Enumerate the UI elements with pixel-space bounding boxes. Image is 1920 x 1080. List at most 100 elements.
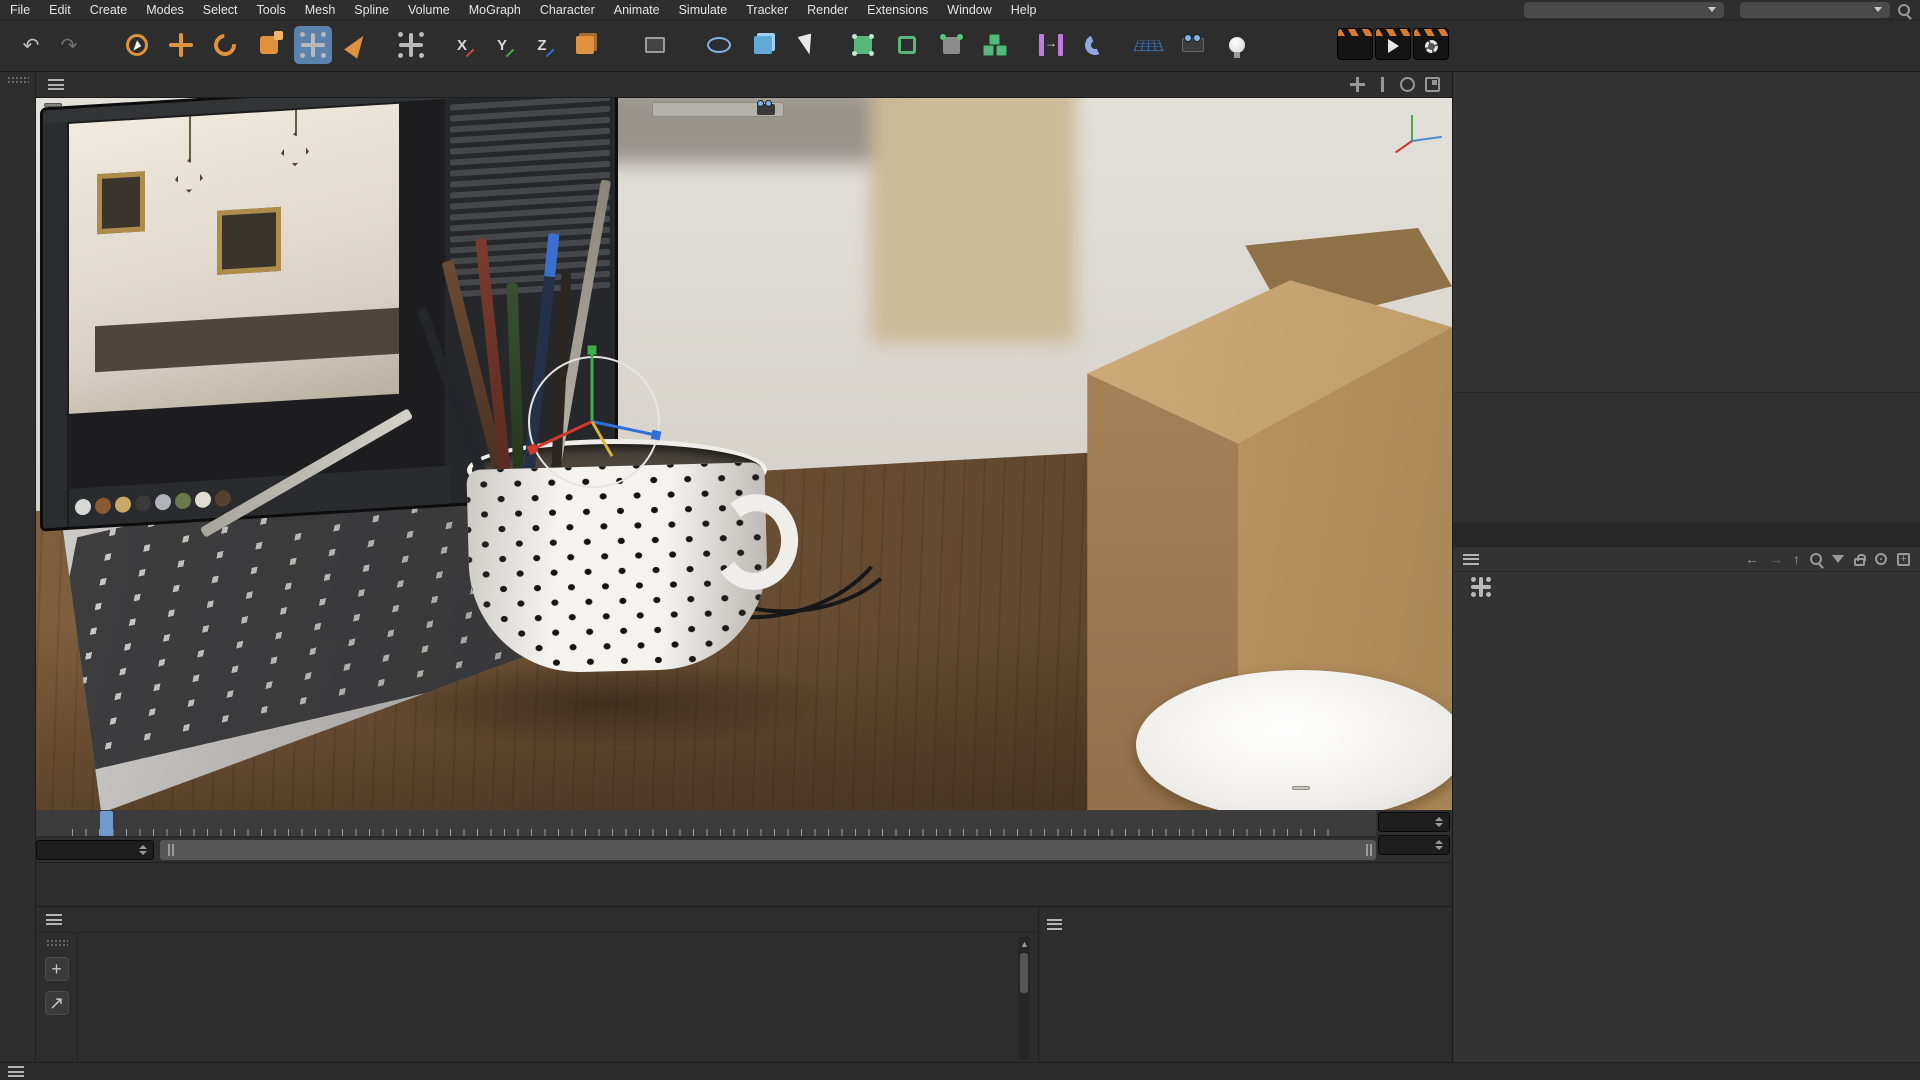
scene-start-field[interactable] bbox=[1378, 812, 1450, 832]
timeline-range-slider[interactable] bbox=[160, 839, 1376, 860]
bend-deformer-button[interactable] bbox=[1076, 26, 1114, 64]
spinner-arrows[interactable] bbox=[133, 844, 147, 855]
render-to-picture-viewer-button[interactable] bbox=[1375, 28, 1411, 60]
rotate-tool-icon bbox=[209, 29, 241, 61]
status-menu-icon[interactable] bbox=[8, 1066, 24, 1077]
menu-edit[interactable]: Edit bbox=[49, 3, 71, 17]
node-space-dropdown[interactable] bbox=[1524, 1, 1724, 18]
menu-tracker[interactable]: Tracker bbox=[746, 3, 788, 17]
scene-light-button[interactable] bbox=[1218, 26, 1256, 64]
scene-end-field[interactable] bbox=[1378, 835, 1450, 855]
viewport-dolly-icon[interactable] bbox=[1375, 77, 1390, 92]
move-gizmo[interactable] bbox=[526, 345, 662, 488]
transform-tool-icon bbox=[419, 53, 424, 58]
camera-label[interactable] bbox=[652, 100, 784, 117]
coordinate-system-button[interactable] bbox=[566, 26, 604, 64]
perspective-label[interactable] bbox=[44, 103, 62, 107]
object-tree-empty-area[interactable] bbox=[1453, 392, 1920, 522]
back-icon[interactable]: ← bbox=[1745, 551, 1759, 567]
ffd-deformer-button[interactable] bbox=[932, 26, 970, 64]
ffd-deformer-icon bbox=[939, 33, 946, 40]
search-icon[interactable] bbox=[1898, 3, 1910, 16]
menu-file[interactable]: File bbox=[10, 3, 30, 17]
menu-help[interactable]: Help bbox=[1011, 3, 1037, 17]
viewport-toggle-icon[interactable] bbox=[1425, 77, 1440, 92]
scale-tool-button[interactable] bbox=[250, 26, 288, 64]
menu-spline[interactable]: Spline bbox=[354, 3, 389, 17]
lock-icon[interactable] bbox=[1854, 553, 1866, 566]
grid-spacing-label bbox=[1292, 786, 1310, 790]
add-icon[interactable]: + bbox=[1897, 552, 1910, 566]
spline-pen-button[interactable] bbox=[788, 26, 826, 64]
scroll-up-icon[interactable]: ▲ bbox=[1020, 939, 1029, 949]
material-grip[interactable] bbox=[45, 939, 68, 947]
scene-camera-button[interactable] bbox=[1174, 26, 1212, 64]
render-view-button[interactable] bbox=[636, 26, 674, 64]
range-start-handle[interactable] bbox=[168, 843, 170, 856]
viewport-orbit-icon[interactable] bbox=[1400, 77, 1415, 92]
material-scrollbar[interactable]: ▲ bbox=[1018, 937, 1030, 1059]
palette-grip[interactable] bbox=[6, 76, 29, 84]
transform-tool-button[interactable] bbox=[392, 26, 430, 64]
menu-extensions[interactable]: Extensions bbox=[867, 3, 928, 17]
menu-mesh[interactable]: Mesh bbox=[305, 3, 336, 17]
coordinates-menu-icon[interactable] bbox=[1047, 918, 1062, 930]
menu-select[interactable]: Select bbox=[203, 3, 238, 17]
spinner-arrows[interactable] bbox=[1429, 840, 1443, 850]
viewport-pan-icon[interactable] bbox=[1350, 77, 1365, 92]
scrollbar-thumb[interactable] bbox=[1020, 953, 1028, 993]
spinner-arrows[interactable] bbox=[1429, 817, 1443, 827]
menu-volume[interactable]: Volume bbox=[408, 3, 450, 17]
filter-icon[interactable] bbox=[1832, 555, 1844, 563]
instance-object-button[interactable] bbox=[888, 26, 926, 64]
ellipse-tool-button[interactable] bbox=[700, 26, 738, 64]
pop-out-button[interactable]: ↗ bbox=[44, 991, 69, 1015]
layout-dropdown[interactable] bbox=[1740, 1, 1890, 18]
current-frame-field[interactable] bbox=[36, 839, 154, 860]
move-tool-button[interactable] bbox=[162, 26, 200, 64]
timeline bbox=[36, 810, 1452, 862]
menu-render[interactable]: Render bbox=[807, 3, 848, 17]
redo-button[interactable]: ↷ bbox=[50, 26, 88, 64]
search-icon[interactable] bbox=[1810, 553, 1822, 565]
target-icon[interactable] bbox=[1875, 553, 1887, 565]
menu-create[interactable]: Create bbox=[90, 3, 128, 17]
dynamic-place-icon bbox=[1471, 577, 1491, 597]
range-end-handle[interactable] bbox=[1366, 843, 1368, 856]
dynamic-place-tool-button[interactable] bbox=[294, 26, 332, 64]
timeline-ruler[interactable] bbox=[36, 810, 1376, 837]
timeline-playhead[interactable] bbox=[100, 811, 113, 836]
cloner-object-icon bbox=[989, 34, 1000, 45]
menu-animate[interactable]: Animate bbox=[614, 3, 660, 17]
cube-primitive-button[interactable] bbox=[744, 26, 782, 64]
cloner-object-button[interactable] bbox=[976, 26, 1014, 64]
menu-mograph[interactable]: MoGraph bbox=[469, 3, 521, 17]
floor-object-button[interactable] bbox=[1130, 26, 1168, 64]
forward-icon[interactable]: → bbox=[1769, 551, 1783, 567]
undo-button[interactable]: ↶ bbox=[12, 26, 50, 64]
menu-character[interactable]: Character bbox=[540, 3, 595, 17]
add-material-button[interactable]: + bbox=[44, 957, 69, 981]
menu-tools[interactable]: Tools bbox=[257, 3, 286, 17]
live-selection-button[interactable] bbox=[118, 26, 156, 64]
scatter-pen-tool-button[interactable] bbox=[338, 26, 376, 64]
axis-y-lock-button[interactable]: Y bbox=[486, 26, 524, 64]
chevron-down-icon bbox=[1874, 7, 1882, 12]
up-icon[interactable]: ↑ bbox=[1793, 551, 1800, 567]
render-view-button[interactable] bbox=[1337, 28, 1373, 60]
material-menu-icon[interactable] bbox=[46, 914, 62, 925]
gizmo-axis-y[interactable] bbox=[587, 345, 597, 422]
menu-modes[interactable]: Modes bbox=[146, 3, 184, 17]
viewport-menu-icon[interactable] bbox=[48, 79, 64, 90]
rotate-tool-button[interactable] bbox=[206, 26, 244, 64]
menu-simulate[interactable]: Simulate bbox=[679, 3, 728, 17]
edit-render-settings-button[interactable] bbox=[1413, 28, 1449, 60]
subdivision-surface-button[interactable] bbox=[844, 26, 882, 64]
pendant-lamp bbox=[189, 116, 191, 162]
viewport-canvas[interactable] bbox=[36, 98, 1452, 810]
axis-x-lock-button[interactable]: X bbox=[446, 26, 484, 64]
attribute-menu-icon[interactable] bbox=[1463, 553, 1479, 565]
axis-z-lock-button[interactable]: Z bbox=[526, 26, 564, 64]
menu-window[interactable]: Window bbox=[947, 3, 991, 17]
spline-boolean-button[interactable] bbox=[1032, 26, 1070, 64]
